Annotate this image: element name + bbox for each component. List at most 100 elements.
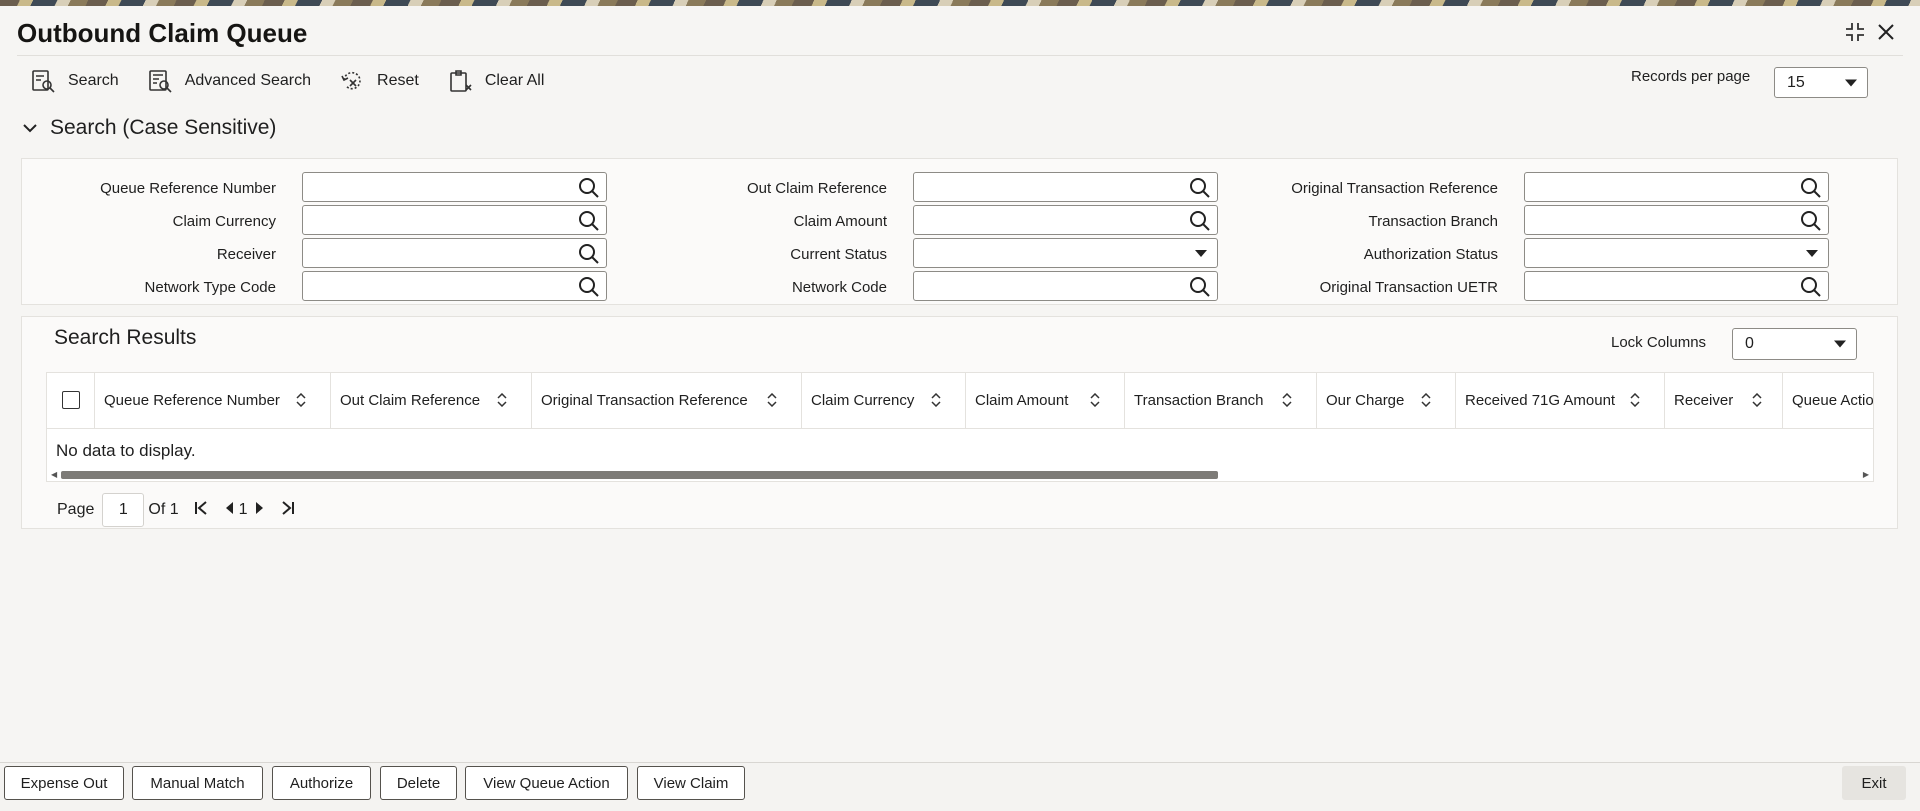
column-header-queue-action[interactable]: Queue Actio bbox=[1783, 373, 1874, 428]
search-icon[interactable] bbox=[578, 177, 600, 199]
column-header-original-transaction-reference[interactable]: Original Transaction Reference bbox=[532, 373, 802, 428]
column-header-label: Received 71G Amount bbox=[1465, 392, 1616, 409]
current-status-label: Current Status bbox=[790, 246, 887, 263]
claim-amount-field[interactable] bbox=[913, 205, 1218, 235]
search-button[interactable]: Search bbox=[30, 68, 119, 94]
scroll-left-icon[interactable]: ◀ bbox=[51, 471, 57, 479]
pagination: Page 1 Of 1 1 bbox=[57, 492, 296, 528]
column-header-out-claim-reference[interactable]: Out Claim Reference bbox=[331, 373, 532, 428]
footer-bar: Expense Out Manual Match Authorize Delet… bbox=[0, 762, 1920, 811]
original-transaction-reference-field[interactable] bbox=[1524, 172, 1829, 202]
clear-all-label: Clear All bbox=[484, 72, 545, 89]
first-page-icon[interactable] bbox=[193, 500, 209, 521]
page-label: Page bbox=[57, 501, 95, 518]
network-code-field[interactable] bbox=[913, 271, 1218, 301]
reset-icon bbox=[341, 71, 361, 90]
chevron-down-icon bbox=[1195, 250, 1207, 257]
next-page-icon[interactable] bbox=[254, 500, 266, 521]
sort-icon[interactable] bbox=[1751, 393, 1763, 407]
select-all-checkbox[interactable] bbox=[62, 391, 80, 409]
advanced-search-button[interactable]: Advanced Search bbox=[147, 68, 311, 94]
search-icon[interactable] bbox=[578, 276, 600, 298]
network-type-code-field[interactable] bbox=[302, 271, 607, 301]
sort-icon[interactable] bbox=[1281, 393, 1293, 407]
clear-all-button[interactable]: Clear All bbox=[447, 68, 545, 94]
receiver-field[interactable] bbox=[302, 238, 607, 268]
original-transaction-uetr-field[interactable] bbox=[1524, 271, 1829, 301]
scrollbar-thumb[interactable] bbox=[61, 471, 1218, 479]
reset-button[interactable]: Reset bbox=[339, 68, 419, 94]
minimize-icon[interactable] bbox=[1843, 20, 1867, 44]
sort-icon[interactable] bbox=[1089, 393, 1101, 407]
exit-button[interactable]: Exit bbox=[1842, 766, 1906, 800]
last-page-icon[interactable] bbox=[280, 500, 296, 521]
sort-icon[interactable] bbox=[930, 393, 942, 407]
receiver-label: Receiver bbox=[216, 246, 276, 263]
column-header-label: Claim Currency bbox=[811, 392, 915, 409]
chevron-down-icon bbox=[1806, 250, 1818, 257]
sort-icon[interactable] bbox=[1420, 393, 1432, 407]
view-queue-action-button[interactable]: View Queue Action bbox=[465, 766, 628, 800]
clear-all-icon bbox=[450, 70, 472, 92]
column-header-claim-amount[interactable]: Claim Amount bbox=[966, 373, 1125, 428]
search-button-label: Search bbox=[68, 72, 119, 89]
current-status-select[interactable] bbox=[913, 238, 1218, 268]
sort-icon[interactable] bbox=[1629, 393, 1641, 407]
out-claim-reference-field[interactable] bbox=[913, 172, 1218, 202]
chevron-down-icon bbox=[23, 124, 37, 133]
view-claim-button[interactable]: View Claim bbox=[637, 766, 745, 800]
sort-icon[interactable] bbox=[295, 393, 307, 407]
sort-icon[interactable] bbox=[496, 393, 508, 407]
search-icon[interactable] bbox=[1800, 210, 1822, 232]
column-header-label: Claim Amount bbox=[975, 392, 1069, 409]
empty-message: No data to display. bbox=[56, 441, 196, 460]
expense-out-button[interactable]: Expense Out bbox=[4, 766, 124, 800]
horizontal-scrollbar[interactable]: ◀ ▶ bbox=[51, 471, 1869, 479]
search-icon[interactable] bbox=[1189, 177, 1211, 199]
chevron-down-icon bbox=[1834, 340, 1846, 348]
column-header-label: Our Charge bbox=[1326, 392, 1405, 409]
reset-label: Reset bbox=[377, 72, 419, 89]
search-icon[interactable] bbox=[1800, 276, 1822, 298]
search-section-toggle[interactable]: Search (Case Sensitive) bbox=[22, 116, 276, 140]
authorization-status-select[interactable] bbox=[1524, 238, 1829, 268]
scroll-right-icon[interactable]: ▶ bbox=[1863, 471, 1869, 479]
transaction-branch-field[interactable] bbox=[1524, 205, 1829, 235]
search-icon[interactable] bbox=[1189, 276, 1211, 298]
network-type-code-label: Network Type Code bbox=[144, 279, 276, 296]
current-page-number: 1 bbox=[238, 501, 248, 518]
search-icon[interactable] bbox=[1189, 210, 1211, 232]
page-title: Outbound Claim Queue bbox=[17, 18, 308, 48]
queue-reference-number-field[interactable] bbox=[302, 172, 607, 202]
claim-currency-field[interactable] bbox=[302, 205, 607, 235]
close-icon[interactable] bbox=[1874, 20, 1898, 44]
column-header-transaction-branch[interactable]: Transaction Branch bbox=[1125, 373, 1317, 428]
column-header-received-71g-amount[interactable]: Received 71G Amount bbox=[1456, 373, 1665, 428]
lock-columns-label: Lock Columns bbox=[1611, 334, 1707, 351]
column-header-claim-currency[interactable]: Claim Currency bbox=[802, 373, 966, 428]
chevron-down-icon bbox=[1845, 79, 1857, 86]
search-icon[interactable] bbox=[1800, 177, 1822, 199]
column-header-label: Transaction Branch bbox=[1134, 392, 1264, 409]
search-icon[interactable] bbox=[578, 243, 600, 265]
column-header-label: Queue Actio bbox=[1792, 392, 1874, 409]
select-all-column bbox=[47, 373, 95, 428]
manual-match-button[interactable]: Manual Match bbox=[132, 766, 263, 800]
network-code-label: Network Code bbox=[791, 279, 887, 296]
column-header-queue-reference-number[interactable]: Queue Reference Number bbox=[95, 373, 331, 428]
delete-button[interactable]: Delete bbox=[380, 766, 457, 800]
authorize-button[interactable]: Authorize bbox=[272, 766, 371, 800]
sort-icon[interactable] bbox=[766, 393, 778, 407]
previous-page-icon[interactable] bbox=[223, 500, 235, 521]
page-number-input[interactable]: 1 bbox=[102, 493, 145, 527]
search-icon[interactable] bbox=[578, 210, 600, 232]
records-per-page-select[interactable]: 15 bbox=[1774, 67, 1868, 98]
page-of-label: Of 1 bbox=[148, 501, 179, 518]
records-per-page-label: Records per page bbox=[1631, 68, 1751, 85]
column-header-receiver[interactable]: Receiver bbox=[1665, 373, 1783, 428]
lock-columns-select[interactable]: 0 bbox=[1732, 328, 1857, 360]
authorization-status-label: Authorization Status bbox=[1363, 246, 1498, 263]
column-header-our-charge[interactable]: Our Charge bbox=[1317, 373, 1456, 428]
title-bar: Outbound Claim Queue bbox=[0, 6, 1920, 56]
results-title: Search Results bbox=[54, 326, 197, 349]
